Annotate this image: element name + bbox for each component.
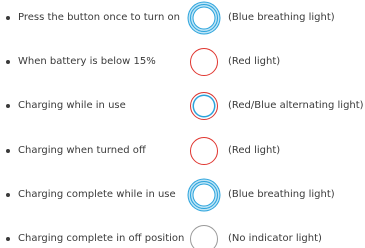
indicator-description: (No indicator light) bbox=[228, 233, 322, 244]
condition-label: When battery is below 15% bbox=[18, 56, 156, 67]
indicator-description: (Blue breathing light) bbox=[228, 189, 335, 200]
bullet bbox=[6, 16, 10, 20]
red-ring-icon bbox=[190, 48, 218, 76]
list-item: Charging complete in off position (No in… bbox=[0, 223, 365, 248]
blue-breathing-ring-icon bbox=[190, 181, 218, 209]
condition-label: Charging while in use bbox=[18, 100, 126, 111]
blue-breathing-ring-icon bbox=[190, 4, 218, 32]
list-item: Charging while in use (Red/Blue alternat… bbox=[0, 90, 365, 122]
bullet bbox=[6, 149, 10, 153]
indicator-description: (Blue breathing light) bbox=[228, 12, 335, 23]
list-item: When battery is below 15% (Red light) bbox=[0, 46, 365, 78]
condition-label: Charging complete in off position bbox=[18, 233, 185, 244]
bullet bbox=[6, 237, 10, 241]
red-ring-icon bbox=[190, 137, 218, 165]
list-item: Charging when turned off (Red light) bbox=[0, 135, 365, 167]
list-item: Charging complete while in use (Blue bre… bbox=[0, 179, 365, 211]
red-blue-ring-icon bbox=[190, 92, 218, 120]
condition-label: Press the button once to turn on bbox=[18, 12, 180, 23]
indicator-description: (Red/Blue alternating light) bbox=[228, 100, 364, 111]
bullet bbox=[6, 104, 10, 108]
bullet bbox=[6, 193, 10, 197]
condition-label: Charging complete while in use bbox=[18, 189, 176, 200]
grey-ring-icon bbox=[190, 225, 218, 248]
indicator-description: (Red light) bbox=[228, 145, 281, 156]
bullet bbox=[6, 60, 10, 64]
list-item: Press the button once to turn on (Blue b… bbox=[0, 2, 365, 34]
condition-label: Charging when turned off bbox=[18, 145, 146, 156]
indicator-description: (Red light) bbox=[228, 56, 281, 67]
